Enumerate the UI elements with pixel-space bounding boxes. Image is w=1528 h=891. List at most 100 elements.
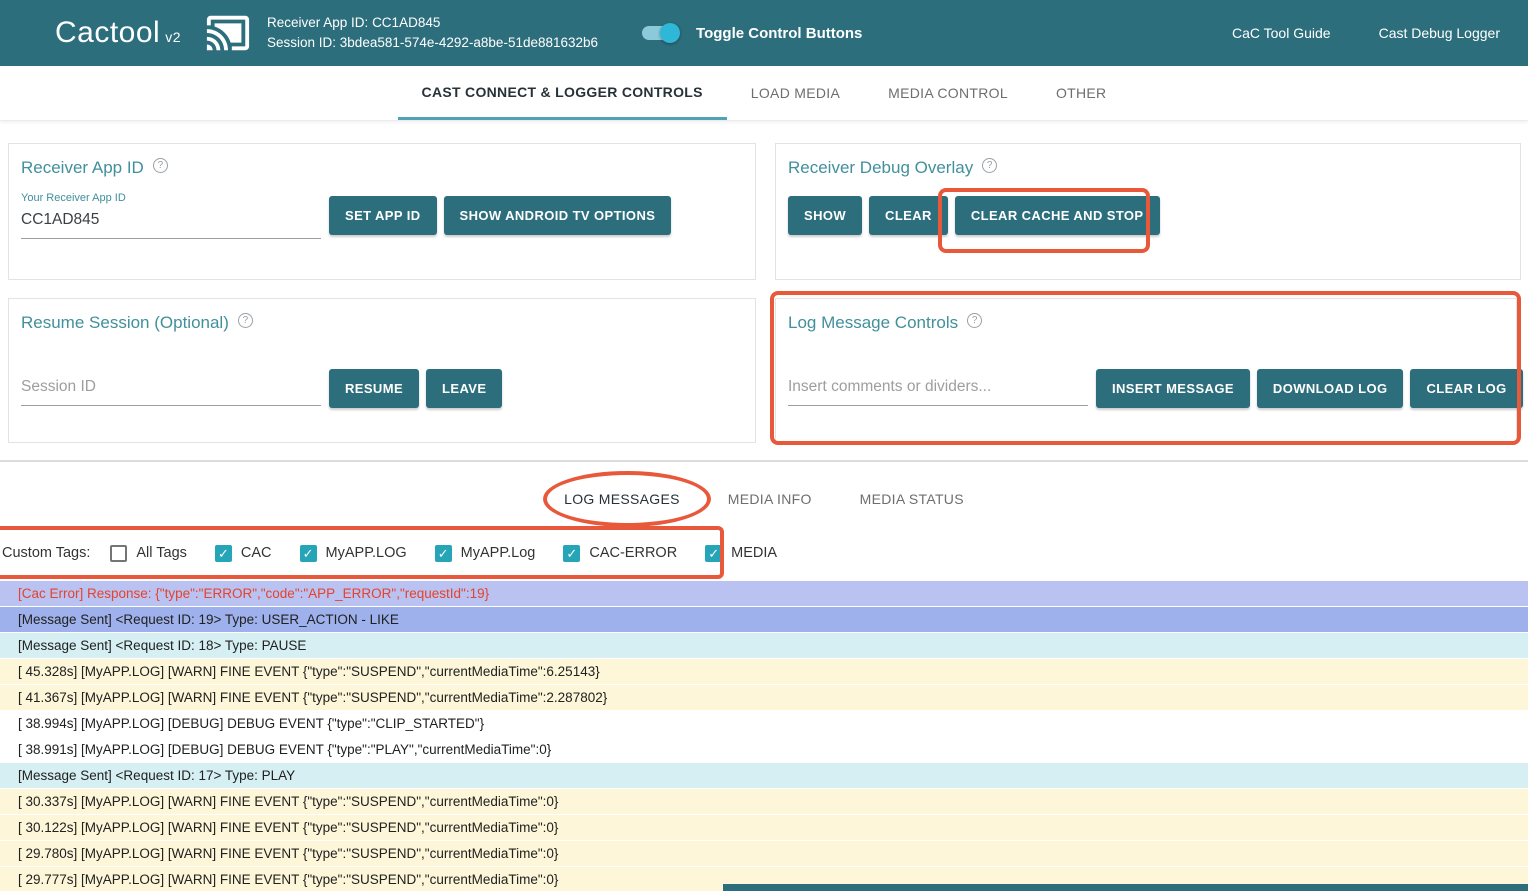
app-version: v2: [165, 29, 181, 45]
download-log-button[interactable]: DOWNLOAD LOG: [1257, 369, 1404, 408]
log-row-sent-action: [Message Sent] <Request ID: 19> Type: US…: [0, 607, 1528, 633]
insert-comment-field: [788, 372, 1088, 406]
resume-button[interactable]: RESUME: [329, 369, 419, 408]
custom-tag-myapp-log[interactable]: ✓ MyAPP.LOG: [300, 545, 407, 562]
custom-tag-label: CAC: [241, 545, 272, 561]
checkbox-all-tags[interactable]: [110, 545, 127, 562]
log-row-warn: [ 41.367s] [MyAPP.LOG] [WARN] FINE EVENT…: [0, 685, 1528, 711]
card-body: INSERT MESSAGEDOWNLOAD LOGCLEAR LOG: [788, 369, 1504, 408]
bottom-partial-bar: [723, 884, 1528, 891]
log-tab-bar: LOG MESSAGESMEDIA INFOMEDIA STATUS: [0, 477, 1528, 520]
log-row-sent: [Message Sent] <Request ID: 18> Type: PA…: [0, 633, 1528, 659]
checkbox-myapp-log[interactable]: ✓: [435, 545, 452, 562]
custom-tags-bar: Custom Tags: All Tags ✓ CAC ✓ MyAPP.LOG ✓ MyAP…: [0, 528, 1528, 578]
resume-session-buttons: RESUMELEAVE: [329, 369, 509, 408]
leave-button[interactable]: LEAVE: [426, 369, 502, 408]
custom-tag-label: MyAPP.LOG: [326, 545, 407, 561]
checkbox-myapp-log[interactable]: ✓: [300, 545, 317, 562]
checkbox-cac-error[interactable]: ✓: [563, 545, 580, 562]
cac-tool-guide-link[interactable]: CaC Tool Guide: [1232, 25, 1331, 41]
log-row-debug: [ 38.994s] [MyAPP.LOG] [DEBUG] DEBUG EVE…: [0, 711, 1528, 737]
toggle-control-buttons-switch[interactable]: [640, 23, 680, 43]
set-app-id-button[interactable]: SET APP ID: [329, 196, 437, 235]
tab-cast-connect-logger-controls[interactable]: CAST CONNECT & LOGGER CONTROLS: [398, 66, 727, 120]
tab-media-control[interactable]: MEDIA CONTROL: [864, 66, 1032, 120]
card-title-row: Receiver Debug Overlay ?: [788, 158, 1508, 178]
checkbox-media[interactable]: ✓: [705, 545, 722, 562]
help-icon[interactable]: ?: [153, 158, 168, 173]
toggle-control-buttons-label: Toggle Control Buttons: [696, 25, 862, 42]
log-message-list: [Cac Error] Response: {"type":"ERROR","c…: [0, 581, 1528, 891]
switch-thumb: [660, 23, 680, 43]
clear-button[interactable]: CLEAR: [869, 196, 948, 235]
clear-cache-and-stop-button[interactable]: CLEAR CACHE AND STOP: [955, 196, 1160, 235]
cast-debug-logger-link[interactable]: Cast Debug Logger: [1379, 25, 1500, 41]
session-id-input[interactable]: [21, 372, 321, 406]
custom-tags-caption: Custom Tags:: [2, 545, 90, 561]
custom-tag-label: CAC-ERROR: [589, 545, 677, 561]
insert-message-button[interactable]: INSERT MESSAGE: [1096, 369, 1250, 408]
log-row-sent: [Message Sent] <Request ID: 17> Type: PL…: [0, 763, 1528, 789]
card-body: SHOWCLEARCLEAR CACHE AND STOP: [788, 196, 1508, 235]
log-row-debug: [ 38.991s] [MyAPP.LOG] [DEBUG] DEBUG EVE…: [0, 737, 1528, 763]
custom-tag-label: MEDIA: [731, 545, 777, 561]
card-title: Receiver App ID: [21, 158, 144, 178]
custom-tag-label: All Tags: [136, 545, 187, 561]
tab-media-status[interactable]: MEDIA STATUS: [836, 477, 988, 520]
field-label: Your Receiver App ID: [21, 192, 321, 204]
tab-load-media[interactable]: LOAD MEDIA: [727, 66, 864, 120]
resume-session-card: Resume Session (Optional) ? RESUMELEAVE: [8, 298, 756, 443]
show-button[interactable]: SHOW: [788, 196, 862, 235]
app-header: Cactool v2 Receiver App ID: CC1AD845 Sess…: [0, 0, 1528, 66]
custom-tag-myapp-log[interactable]: ✓ MyAPP.Log: [435, 545, 536, 562]
help-icon[interactable]: ?: [967, 313, 982, 328]
custom-tags-list: All Tags ✓ CAC ✓ MyAPP.LOG ✓ MyAPP.Log ✓ CAC-ERR…: [110, 545, 777, 562]
custom-tag-media[interactable]: ✓ MEDIA: [705, 545, 777, 562]
tab-media-info[interactable]: MEDIA INFO: [704, 477, 836, 520]
card-title-row: Receiver App ID ?: [21, 158, 743, 178]
tab-log-messages[interactable]: LOG MESSAGES: [540, 477, 704, 520]
cactool-app: Cactool v2 Receiver App ID: CC1AD845 Sess…: [0, 0, 1528, 891]
session-info: Receiver App ID: CC1AD845 Session ID: 3b…: [267, 13, 598, 53]
help-icon[interactable]: ?: [982, 158, 997, 173]
card-title-row: Log Message Controls ?: [788, 313, 1504, 333]
show-android-tv-options-button[interactable]: SHOW ANDROID TV OPTIONS: [444, 196, 672, 235]
custom-tag-cac-error[interactable]: ✓ CAC-ERROR: [563, 545, 677, 562]
log-row-error: [Cac Error] Response: {"type":"ERROR","c…: [0, 581, 1528, 607]
insert-comment-input[interactable]: [788, 372, 1088, 406]
custom-tag-all-tags[interactable]: All Tags: [110, 545, 187, 562]
log-message-controls-card: Log Message Controls ? INSERT MESSAGEDOW…: [775, 298, 1517, 443]
main-tab-bar: CAST CONNECT & LOGGER CONTROLSLOAD MEDIA…: [0, 66, 1528, 121]
app-name: Cactool: [55, 16, 160, 49]
section-divider: [0, 460, 1528, 462]
card-body: RESUMELEAVE: [21, 369, 743, 408]
custom-tag-cac[interactable]: ✓ CAC: [215, 545, 272, 562]
log-row-warn: [ 30.122s] [MyAPP.LOG] [WARN] FINE EVENT…: [0, 815, 1528, 841]
receiver-app-id-line: Receiver App ID: CC1AD845: [267, 13, 598, 33]
log-row-warn: [ 30.337s] [MyAPP.LOG] [WARN] FINE EVENT…: [0, 789, 1528, 815]
log-row-warn: [ 29.780s] [MyAPP.LOG] [WARN] FINE EVENT…: [0, 841, 1528, 867]
card-title-row: Resume Session (Optional) ?: [21, 313, 743, 333]
log-message-controls-buttons: INSERT MESSAGEDOWNLOAD LOGCLEAR LOG: [1096, 369, 1528, 408]
card-title: Resume Session (Optional): [21, 313, 229, 333]
receiver-app-id-card: Receiver App ID ? Your Receiver App ID S…: [8, 143, 756, 280]
header-links: CaC Tool Guide Cast Debug Logger: [1232, 25, 1500, 41]
receiver-debug-overlay-card: Receiver Debug Overlay ? SHOWCLEARCLEAR …: [775, 143, 1521, 280]
clear-log-button[interactable]: CLEAR LOG: [1410, 369, 1522, 408]
session-id-line: Session ID: 3bdea581-574e-4292-a8be-51de…: [267, 33, 598, 53]
session-id-field: [21, 372, 321, 406]
checkbox-cac[interactable]: ✓: [215, 545, 232, 562]
cast-icon: [205, 10, 251, 56]
tab-other[interactable]: OTHER: [1032, 66, 1131, 120]
help-icon[interactable]: ?: [238, 313, 253, 328]
receiver-app-id-field: Your Receiver App ID: [21, 192, 321, 239]
card-title: Receiver Debug Overlay: [788, 158, 973, 178]
custom-tag-label: MyAPP.Log: [461, 545, 536, 561]
log-row-warn: [ 45.328s] [MyAPP.LOG] [WARN] FINE EVENT…: [0, 659, 1528, 685]
receiver-debug-overlay-buttons: SHOWCLEARCLEAR CACHE AND STOP: [788, 196, 1167, 235]
card-body: Your Receiver App ID SET APP IDSHOW ANDR…: [21, 192, 743, 239]
receiver-app-id-buttons: SET APP IDSHOW ANDROID TV OPTIONS: [329, 196, 678, 235]
receiver-app-id-input[interactable]: [21, 205, 321, 239]
app-logo: Cactool v2: [55, 16, 181, 50]
card-title: Log Message Controls: [788, 313, 958, 333]
